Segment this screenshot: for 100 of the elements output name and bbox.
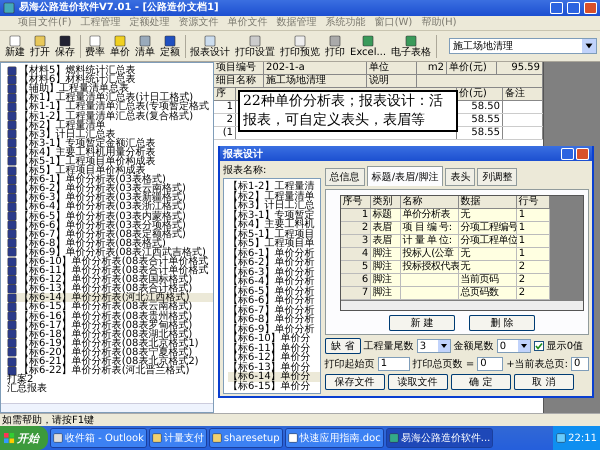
- report-list-item[interactable]: 【标4】主要工料机: [228, 220, 320, 230]
- menu-item[interactable]: 窗口(W): [374, 16, 412, 30]
- report-tree-item[interactable]: 【标6-2】单价分析表(03表云南格式): [7, 184, 213, 194]
- menu-item[interactable]: 系统功能: [326, 16, 366, 30]
- toolbar-button[interactable]: 报表设计: [188, 34, 232, 58]
- toolbar-button[interactable]: 打印预览: [278, 34, 322, 58]
- taskbar-button[interactable]: 收件箱 - Outlook: [50, 428, 147, 448]
- report-tree-item[interactable]: 【标6-5】单价分析表(03表内蒙格式): [7, 212, 213, 221]
- report-tree-item[interactable]: 【标6-18】单价分析表(08表湖北格式): [7, 330, 213, 339]
- menu-item[interactable]: 单价文件: [228, 16, 268, 30]
- menu-item[interactable]: 资源文件: [178, 16, 219, 30]
- report-tree-item[interactable]: 【标3】计日工汇总表: [7, 130, 213, 139]
- toolbar-button[interactable]: 打开: [28, 34, 52, 58]
- report-tree-item[interactable]: 【标6-13】单价分析表(08表合计格式): [7, 284, 213, 294]
- qty-decimals-select[interactable]: 3: [416, 339, 451, 353]
- amount-decimals-select[interactable]: 0: [496, 339, 531, 353]
- dialog-button[interactable]: 取 消: [514, 374, 574, 390]
- dialog-button[interactable]: 读取文件: [388, 374, 448, 390]
- report-tree-item[interactable]: 【标6-12】单价分析表(08表国标格式): [7, 275, 213, 284]
- report-list-item[interactable]: 【标5】工程项目单: [228, 239, 320, 248]
- report-list-item[interactable]: 【标6-11】单价分: [228, 344, 320, 353]
- start-button[interactable]: 开始: [0, 426, 48, 450]
- report-list-item[interactable]: 【标6-9】单价分析: [228, 324, 320, 334]
- tab[interactable]: 表头: [445, 168, 476, 186]
- menu-item[interactable]: 定额处理: [130, 16, 170, 30]
- report-tree-item[interactable]: 【标3-1】专项暂定金额汇总表: [7, 138, 213, 148]
- report-list-item[interactable]: 【标2】工程量清单: [228, 192, 320, 201]
- taskbar-button[interactable]: 计量支付: [148, 428, 207, 448]
- tab[interactable]: 总信息: [324, 168, 365, 186]
- report-list-item[interactable]: 【标6-15】单价分: [228, 382, 320, 391]
- toolbar-button[interactable]: 新建: [3, 34, 27, 58]
- toolbar-button[interactable]: 保存: [53, 34, 77, 58]
- report-list-item[interactable]: 【标6-13】单价分: [228, 362, 320, 372]
- restore-button[interactable]: [567, 2, 580, 14]
- toolbar-button[interactable]: 电子表格: [389, 34, 434, 58]
- toolbar-button[interactable]: 单价: [108, 34, 132, 58]
- dialog-button[interactable]: 保存文件: [324, 374, 385, 390]
- report-list-item[interactable]: 【标6-1】单价分析: [228, 248, 320, 258]
- menu-item[interactable]: 项目文件(F): [18, 16, 72, 30]
- report-list-item[interactable]: 【标6-3】单价分析: [228, 268, 320, 277]
- default-button[interactable]: 缺 省: [324, 338, 361, 354]
- toolbar-button[interactable]: 费率: [83, 34, 107, 58]
- item-dropdown[interactable]: 施工场地清理: [449, 38, 597, 54]
- toolbar-button[interactable]: Excel...: [348, 34, 388, 58]
- report-tree-item[interactable]: 【标6-19】单价分析表(08表北京格式1): [7, 338, 213, 348]
- toolbar-button[interactable]: 清单: [133, 34, 157, 58]
- report-tree-item[interactable]: 【标6-3】单价分析表(03表新疆格式): [7, 193, 213, 202]
- report-tree-item[interactable]: 【标4】主要工料机用量分析表: [7, 148, 213, 157]
- tab[interactable]: 标题/表眉/脚注: [366, 166, 444, 186]
- report-tree-item[interactable]: 【标6-15】单价分析表(08表云南格式): [7, 302, 213, 312]
- report-list-item[interactable]: 【标6-7】单价分析: [228, 306, 320, 315]
- taskbar-button[interactable]: 易海公路造价软件...: [386, 428, 494, 448]
- report-tree-item[interactable]: 【标6-6】单价分析表(03表分项格式): [7, 220, 213, 230]
- taskbar-button[interactable]: 快速应用指南.doc: [284, 428, 384, 448]
- menu-item[interactable]: 帮助(H): [421, 16, 457, 30]
- report-tree-item[interactable]: 【标1-2】工程量清单汇总表(复合格式): [7, 111, 213, 121]
- report-list-item[interactable]: 【标3】计日工汇总: [228, 201, 320, 210]
- menu-item[interactable]: 工程管理: [80, 16, 121, 30]
- minimize-button[interactable]: [550, 2, 563, 14]
- report-tree-item[interactable]: 【标6-9】单价分析表(08表江西武吉格式): [7, 248, 213, 257]
- report-list-item[interactable]: 【标6-2】单价分析: [228, 258, 320, 268]
- report-tree-item[interactable]: 【标6-11】单价分析表(08表合计单价格式: [7, 266, 213, 276]
- help-button[interactable]: [561, 148, 574, 160]
- report-list-item[interactable]: 【标6-12】单价分: [228, 353, 320, 362]
- report-tree-item[interactable]: 【标2】工程量清单: [7, 120, 213, 130]
- report-list-item[interactable]: 【标6-5】单价分析: [228, 286, 320, 296]
- grid-button[interactable]: 删 除: [468, 315, 535, 331]
- total-pages-field[interactable]: 0: [477, 357, 504, 371]
- report-tree-item[interactable]: 【标6-20】单价分析表(08表宁夏格式): [7, 348, 213, 357]
- horizontal-scrollbar[interactable]: [340, 301, 583, 310]
- report-tree-item[interactable]: 【标6-7】单价分析表(08表定额格式): [7, 230, 213, 239]
- report-list-item[interactable]: 【标6-10】单价分: [228, 334, 320, 344]
- report-tree-item[interactable]: 【材料5】燃料统计汇总表: [7, 66, 213, 76]
- report-list-item[interactable]: 【标3-1】专项暂定: [228, 210, 320, 220]
- horizontal-scrollbar[interactable]: [1, 403, 213, 412]
- close-button[interactable]: [584, 2, 597, 14]
- report-list-item[interactable]: 【标5-1】工程项目: [228, 230, 320, 239]
- report-tree-item[interactable]: 【标6-16】单价分析表(08表贵州格式): [7, 312, 213, 321]
- report-tree-item[interactable]: 【标6-4】单价分析表(03表浙江格式): [7, 202, 213, 212]
- dialog-button[interactable]: 确 定: [450, 374, 511, 390]
- report-tree-item[interactable]: 【标1-1】工程量清单汇总表(专项暂定格式: [7, 102, 213, 112]
- toolbar-button[interactable]: 打印设置: [233, 34, 277, 58]
- report-tree-item[interactable]: 汇总报表: [7, 384, 213, 394]
- show-zero-checkbox[interactable]: [534, 341, 544, 351]
- report-tree-item[interactable]: 【标6-17】单价分析表(08表罗甸格式): [7, 320, 213, 330]
- report-tree-item[interactable]: 【标6-8】单价分析表(08表格式): [7, 238, 213, 248]
- grid-button[interactable]: 新 建: [388, 315, 455, 331]
- report-tree-item[interactable]: 【标6-10】单价分析表(08表合计单价格式: [7, 256, 213, 266]
- report-list-item[interactable]: 【标1-2】工程量清: [228, 182, 320, 192]
- menu-item[interactable]: 数据管理: [276, 16, 317, 30]
- report-list-item[interactable]: 【标6-8】单价分析: [228, 315, 320, 324]
- start-page-field[interactable]: 1: [378, 357, 410, 371]
- report-tree-item[interactable]: 【标6-21】单价分析表(08表北京格式2): [7, 357, 213, 366]
- report-list-item[interactable]: 【标6-14】单价分: [228, 372, 320, 382]
- toolbar-button[interactable]: 定额: [158, 34, 182, 58]
- report-list-item[interactable]: 【标6-6】单价分析: [228, 296, 320, 306]
- report-list-item[interactable]: 【标6-4】单价分析: [228, 277, 320, 286]
- tab[interactable]: 列调整: [477, 168, 518, 186]
- taskbar-button[interactable]: sharesetup: [208, 428, 283, 448]
- toolbar-button[interactable]: 打印: [323, 34, 347, 58]
